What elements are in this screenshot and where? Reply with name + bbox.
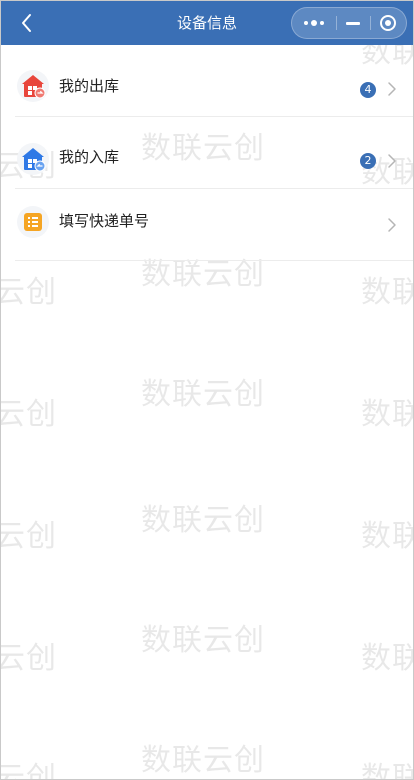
target-circle-icon <box>380 15 396 31</box>
menu-item-label: 填写快递单号 <box>59 212 150 230</box>
menu-item-label: 我的出库 <box>59 77 120 95</box>
close-miniprogram-button[interactable] <box>370 8 406 38</box>
minimize-icon <box>346 21 360 25</box>
chevron-right-icon <box>388 82 396 96</box>
watermark-text: 云创 <box>0 761 57 780</box>
watermark-text: 云创 <box>0 641 57 676</box>
outbound-house-icon <box>17 70 49 102</box>
menu-item-label: 我的入库 <box>59 148 120 166</box>
capsule-menu <box>291 7 407 39</box>
count-badge: 4 <box>360 82 376 98</box>
app-frame: 数联 数联云创 云创 数联 数联云创 云创 数联 数联云创 云创 数联 数联云创… <box>0 0 414 780</box>
more-button[interactable] <box>292 8 336 38</box>
watermark-text: 数联 <box>361 519 413 554</box>
watermark-text: 数联 <box>361 761 413 780</box>
watermark-text: 数联 <box>361 641 413 676</box>
minimize-button[interactable] <box>336 8 370 38</box>
menu-item-outbound[interactable]: 我的出库 4 <box>1 45 413 117</box>
watermark-text: 数联云创 <box>141 743 265 778</box>
watermark-text: 数联 <box>361 397 413 432</box>
watermark-text: 数联云创 <box>141 623 265 658</box>
watermark-text: 云创 <box>0 397 57 432</box>
more-dots-icon <box>304 20 324 26</box>
menu-item-fill-tracking-number[interactable]: 填写快递单号 <box>1 189 413 261</box>
watermark-text: 数联云创 <box>141 503 265 538</box>
menu-item-inbound[interactable]: 我的入库 2 <box>1 117 413 189</box>
count-badge: 2 <box>360 153 376 169</box>
nav-bar: 设备信息 <box>1 1 413 45</box>
watermark-text: 云创 <box>0 519 57 554</box>
watermark-text: 数联 <box>361 275 413 310</box>
inbound-house-icon <box>17 143 49 175</box>
chevron-right-icon <box>388 218 396 232</box>
watermark-text: 云创 <box>0 275 57 310</box>
list-form-icon <box>17 206 49 238</box>
chevron-right-icon <box>388 154 396 168</box>
watermark-text: 数联云创 <box>141 377 265 412</box>
menu-list: 我的出库 4 我的入库 2 填写快递单号 <box>1 45 413 261</box>
